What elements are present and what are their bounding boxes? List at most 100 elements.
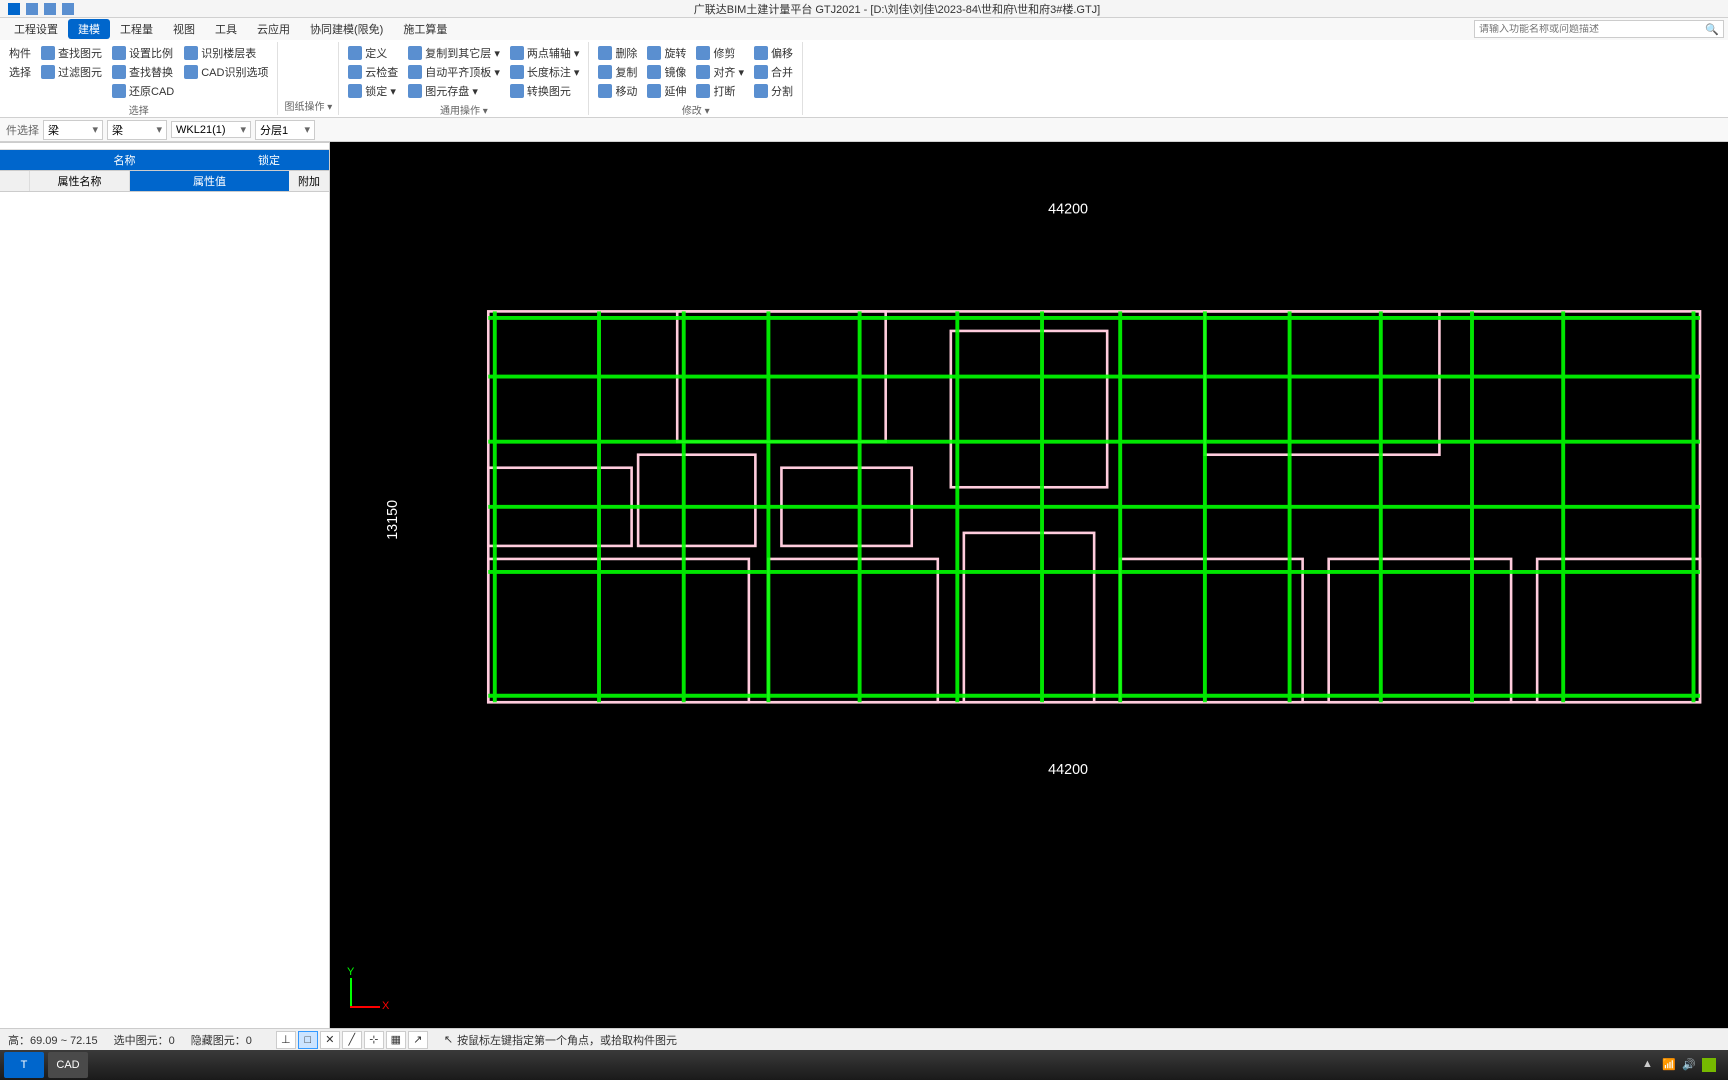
menu-3[interactable]: 视图 xyxy=(163,19,205,39)
menu-0[interactable]: 工程设置 xyxy=(4,19,68,39)
search-box[interactable]: 🔍 xyxy=(1474,20,1724,38)
ribbon-btn-2-1-1[interactable]: 自动平齐顶板 ▾ xyxy=(405,63,503,81)
system-tray[interactable]: ▲ 📶 🔊 xyxy=(1642,1058,1724,1072)
tool-cross[interactable]: ✕ xyxy=(320,1031,340,1049)
ribbon-btn-3-2-0[interactable]: 修剪 xyxy=(693,44,747,62)
ribbon-group-label: 通用操作 ▾ xyxy=(345,100,582,117)
save-icon[interactable] xyxy=(26,3,38,15)
titlebar: 广联达BIM土建计量平台 GTJ2021 - [D:\刘佳\刘佳\2023-84… xyxy=(0,0,1728,18)
ribbon-btn-0-3-1[interactable]: CAD识别选项 xyxy=(181,63,271,81)
undo-icon[interactable] xyxy=(44,3,56,15)
menu-6[interactable]: 协同建模(限免) xyxy=(300,19,393,39)
tray-icon[interactable]: ▲ xyxy=(1642,1058,1656,1072)
ribbon-btn-0-2-2[interactable]: 还原CAD xyxy=(109,82,177,100)
ribbon-btn-3-1-2[interactable]: 延伸 xyxy=(644,82,689,100)
ribbon-icon xyxy=(184,65,198,79)
ribbon-btn-0-3-0[interactable]: 识别楼层表 xyxy=(181,44,271,62)
ribbon-icon xyxy=(348,46,362,60)
ribbon-btn-2-0-2[interactable]: 锁定 ▾ xyxy=(345,82,401,100)
tool-point[interactable]: ⊥ xyxy=(276,1031,296,1049)
ribbon-icon xyxy=(510,46,524,60)
ribbon-icon xyxy=(598,46,612,60)
ribbon-icon xyxy=(647,46,661,60)
ribbon-group-3: 删除复制移动 旋转镜像延伸 修剪对齐 ▾打断 偏移合并分割修改 ▾ xyxy=(589,42,803,115)
search-icon[interactable]: 🔍 xyxy=(1705,23,1719,36)
menu-5[interactable]: 云应用 xyxy=(247,19,300,39)
svg-text:44200: 44200 xyxy=(1048,762,1088,778)
volume-icon[interactable]: 🔊 xyxy=(1682,1058,1696,1072)
tool-snap[interactable]: ⊹ xyxy=(364,1031,384,1049)
ribbon-icon xyxy=(647,65,661,79)
ribbon-btn-0-2-1[interactable]: 查找替换 xyxy=(109,63,177,81)
ribbon-btn-2-0-0[interactable]: 定义 xyxy=(345,44,401,62)
ribbon-btn-3-2-1[interactable]: 对齐 ▾ xyxy=(693,63,747,81)
floorplan-svg: 44200 44200 13150 xyxy=(330,142,1728,1028)
ribbon-icon xyxy=(348,65,362,79)
menu-2[interactable]: 工程量 xyxy=(110,19,163,39)
prop-header-value: 属性值 xyxy=(130,171,289,191)
ribbon-icon xyxy=(41,46,55,60)
ribbon-group-1: 图纸操作 ▾ xyxy=(278,42,339,115)
ribbon-icon xyxy=(647,84,661,98)
ribbon-icon xyxy=(696,46,710,60)
ribbon-icon xyxy=(408,46,422,60)
dropdown-category[interactable]: 梁 xyxy=(43,120,103,140)
ribbon-btn-0-1-0[interactable]: 查找图元 xyxy=(38,44,105,62)
ribbon-icon xyxy=(754,65,768,79)
canvas[interactable]: 44200 44200 13150 xyxy=(330,142,1728,1028)
ribbon-btn-3-2-2[interactable]: 打断 xyxy=(693,82,747,100)
menu-7[interactable]: 施工算量 xyxy=(393,19,457,39)
ribbon-btn-0-0-0[interactable]: 构件 xyxy=(6,44,34,62)
prop-header-name: 属性名称 xyxy=(30,171,130,191)
ribbon-btn-0-0-1[interactable]: 选择 xyxy=(6,63,34,81)
redo-icon[interactable] xyxy=(62,3,74,15)
ribbon-btn-2-1-0[interactable]: 复制到其它层 ▾ xyxy=(405,44,503,62)
left-panel: 名称 锁定 属性名称 属性值 附加 xyxy=(0,142,330,1028)
ribbon-btn-3-1-1[interactable]: 镜像 xyxy=(644,63,689,81)
tool-line[interactable]: ╱ xyxy=(342,1031,362,1049)
ribbon-btn-3-3-0[interactable]: 偏移 xyxy=(751,44,796,62)
ribbon-btn-2-0-1[interactable]: 云检查 xyxy=(345,63,401,81)
task-app-1[interactable]: T xyxy=(4,1052,44,1078)
ribbon-icon xyxy=(348,84,362,98)
ribbon-icon xyxy=(112,84,126,98)
prop-header-add: 附加 xyxy=(289,171,329,191)
tool-grid[interactable]: ▦ xyxy=(386,1031,406,1049)
ribbon-group-label: 修改 ▾ xyxy=(595,100,796,117)
property-rows[interactable] xyxy=(0,192,329,1028)
ribbon-btn-3-0-0[interactable]: 删除 xyxy=(595,44,640,62)
ribbon-btn-3-3-2[interactable]: 分割 xyxy=(751,82,796,100)
ribbon-icon xyxy=(598,65,612,79)
x-label: X xyxy=(382,1000,389,1012)
menu-1[interactable]: 建模 xyxy=(68,19,110,39)
ribbon-btn-0-1-1[interactable]: 过滤图元 xyxy=(38,63,105,81)
ribbon-btn-2-2-0[interactable]: 两点辅轴 ▾ xyxy=(507,44,583,62)
ribbon-btn-2-2-1[interactable]: 长度标注 ▾ xyxy=(507,63,583,81)
ribbon-icon xyxy=(696,65,710,79)
nvidia-icon[interactable] xyxy=(1702,1058,1716,1072)
context-toolbar: 件选择 梁 梁 WKL21(1) 分层1 xyxy=(0,118,1728,142)
ribbon-btn-2-1-2[interactable]: 图元存盘 ▾ xyxy=(405,82,503,100)
ribbon-icon xyxy=(754,84,768,98)
dropdown-component[interactable]: WKL21(1) xyxy=(171,121,251,138)
status-hint: ↖ 按鼠标左键指定第一个角点，或拾取构件图元 xyxy=(444,1032,677,1048)
ribbon-group-label: 图纸操作 ▾ xyxy=(284,96,332,113)
dropdown-layer[interactable]: 分层1 xyxy=(255,120,315,140)
dropdown-type[interactable]: 梁 xyxy=(107,120,167,140)
tool-arrow[interactable]: ↗ xyxy=(408,1031,428,1049)
ribbon-btn-0-2-0[interactable]: 设置比例 xyxy=(109,44,177,62)
search-input[interactable] xyxy=(1479,24,1705,35)
tool-rect[interactable]: □ xyxy=(298,1031,318,1049)
status-floor: 高：69.09 ~ 72.15 xyxy=(8,1032,98,1048)
menu-4[interactable]: 工具 xyxy=(205,19,247,39)
network-icon[interactable]: 📶 xyxy=(1662,1058,1676,1072)
property-header: 属性名称 属性值 附加 xyxy=(0,171,329,192)
ribbon-btn-2-2-2[interactable]: 转换图元 xyxy=(507,82,583,100)
ribbon-group-label: 选择 xyxy=(6,100,271,117)
ribbon-btn-3-3-1[interactable]: 合并 xyxy=(751,63,796,81)
ribbon-btn-3-1-0[interactable]: 旋转 xyxy=(644,44,689,62)
ribbon-btn-3-0-1[interactable]: 复制 xyxy=(595,63,640,81)
ribbon-btn-3-0-2[interactable]: 移动 xyxy=(595,82,640,100)
ribbon-group-2: 定义云检查锁定 ▾ 复制到其它层 ▾自动平齐顶板 ▾图元存盘 ▾ 两点辅轴 ▾长度标… xyxy=(339,42,589,115)
task-app-2[interactable]: CAD xyxy=(48,1052,88,1078)
